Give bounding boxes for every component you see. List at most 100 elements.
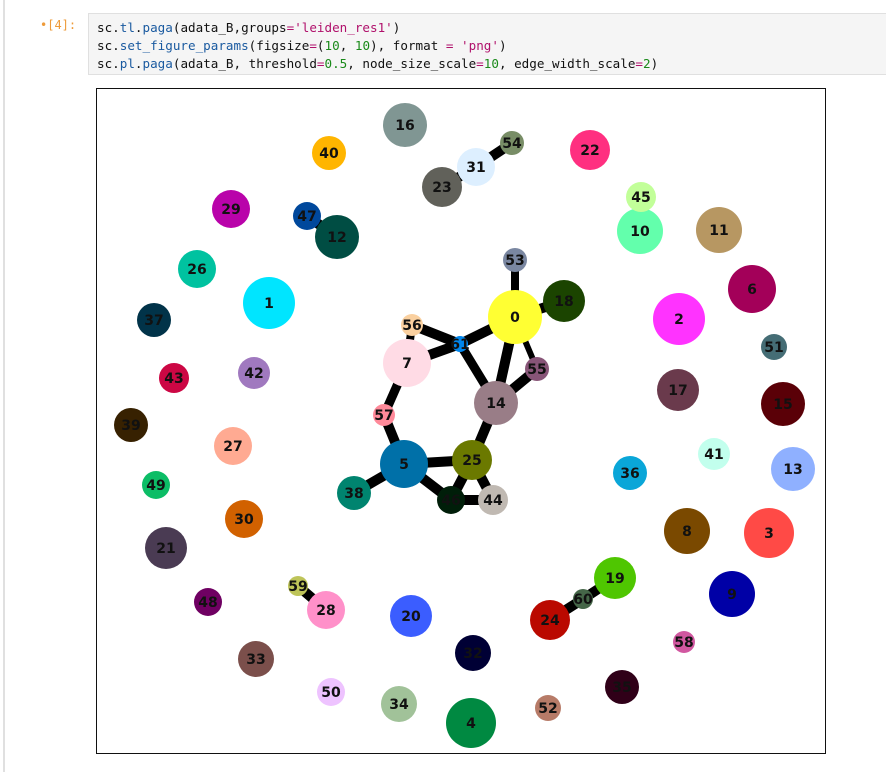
code-token: 'leiden_res1'	[294, 20, 393, 35]
code-token: tl	[119, 20, 135, 35]
code-token: =	[635, 56, 644, 71]
node-label-43: 43	[164, 371, 183, 387]
node-label-52: 52	[538, 701, 557, 717]
node-label-13: 13	[783, 462, 802, 478]
code-token: paga	[142, 56, 173, 71]
node-label-18: 18	[554, 294, 573, 310]
node-label-20: 20	[401, 609, 421, 625]
node-label-1: 1	[264, 296, 274, 312]
code-token: , node_size_scale	[347, 56, 477, 71]
node-label-28: 28	[316, 603, 335, 619]
node-label-61: 61	[450, 337, 469, 353]
execution-prompt: •[4]:	[40, 18, 77, 32]
node-label-42: 42	[244, 366, 263, 382]
node-label-55: 55	[527, 362, 546, 378]
code-token: 10	[354, 38, 371, 53]
code-token: sc.	[97, 38, 120, 53]
code-line: sc.tl.paga(adata_B,groups='leiden_res1')	[97, 19, 878, 37]
node-label-10: 10	[630, 224, 650, 240]
node-label-14: 14	[486, 396, 506, 412]
code-token: (adata_B,groups	[172, 20, 287, 35]
node-label-54: 54	[502, 136, 522, 152]
node-label-21: 21	[156, 541, 175, 557]
prompt-label: [4]:	[47, 18, 77, 32]
node-label-9: 9	[727, 587, 737, 603]
code-token: ), format	[370, 38, 446, 53]
node-label-35: 35	[612, 680, 631, 696]
code-token: .	[134, 56, 143, 71]
node-label-22: 22	[580, 143, 599, 159]
node-label-2: 2	[674, 312, 684, 328]
node-label-37: 37	[144, 313, 163, 329]
node-label-7: 7	[402, 356, 412, 372]
code-token: =	[476, 56, 484, 71]
node-label-32: 32	[463, 646, 482, 662]
paga-graph: 012345678910 11121314 15161718192021222324…	[114, 103, 815, 748]
code-token: sc.	[97, 20, 120, 35]
code-cell-input[interactable]: sc.tl.paga(adata_B,groups='leiden_res1')…	[88, 13, 886, 75]
node-label-29: 29	[221, 202, 240, 218]
code-token: paga	[142, 20, 173, 35]
node-label-26: 26	[187, 262, 206, 278]
node-label-23: 23	[432, 180, 451, 196]
code-token: 10	[483, 56, 499, 71]
code-token: pl	[119, 56, 135, 71]
code-token: (adata_B, threshold	[172, 56, 317, 71]
edges-group	[294, 138, 618, 625]
code-token: (	[316, 38, 325, 53]
node-label-36: 36	[620, 466, 639, 482]
node-label-30: 30	[234, 512, 254, 528]
code-token: =	[309, 38, 317, 53]
node-label-12: 12	[327, 230, 346, 246]
node-label-34: 34	[389, 697, 409, 713]
code-token: sc.	[97, 56, 120, 71]
node-label-53: 53	[505, 253, 524, 269]
node-label-45: 45	[631, 190, 650, 206]
node-label-51: 51	[764, 340, 783, 356]
node-label-59: 59	[288, 579, 307, 595]
node-label-41: 41	[704, 447, 723, 463]
paga-figure: 0 1 2 3 4 5 6 7 8 9 10 11 12 13 14 15 16 17 18 19 20 21 22 23 24…	[96, 88, 826, 754]
code-token: set_figure_params	[119, 38, 249, 53]
node-label-33: 33	[246, 652, 265, 668]
node-label-56: 56	[402, 318, 421, 334]
code-token: 0.5	[324, 56, 348, 71]
node-label-8: 8	[682, 524, 692, 540]
node-label-47: 47	[297, 209, 316, 225]
node-label-15: 15	[773, 397, 792, 413]
node-label-38: 38	[344, 486, 363, 502]
code-token: (figsize	[248, 38, 310, 53]
code-token: 2	[643, 56, 651, 71]
node-label-40: 40	[319, 146, 339, 162]
node-label-24: 24	[540, 613, 560, 629]
code-token: 'png'	[461, 38, 499, 53]
node-label-39: 39	[121, 418, 140, 434]
node-label-27: 27	[223, 439, 242, 455]
code-line: sc.pl.paga(adata_B, threshold=0.5, node_…	[97, 55, 878, 73]
node-label-50: 50	[321, 685, 341, 701]
node-label-46: 46	[441, 493, 460, 509]
code-token: , edge_width_scale	[498, 56, 636, 71]
code-token: 10	[324, 38, 340, 53]
nodes-group: 012345678910 11121314 15161718192021222324…	[114, 103, 815, 748]
node-label-44: 44	[483, 493, 503, 509]
node-label-58: 58	[674, 635, 693, 651]
node-label-3: 3	[764, 526, 774, 542]
node-label-49: 49	[146, 478, 165, 494]
node-label-11: 11	[709, 223, 728, 239]
node-label-17: 17	[668, 383, 687, 399]
node-label-6: 6	[747, 282, 757, 298]
code-token: =	[316, 56, 325, 71]
cell-focus-bar	[3, 0, 5, 772]
node-label-5: 5	[399, 457, 409, 473]
code-line: sc.set_figure_params(figsize=(10, 10), f…	[97, 37, 878, 55]
code-token: )	[650, 56, 659, 71]
code-token: .	[134, 20, 143, 35]
node-label-0: 0	[510, 310, 520, 326]
code-token: )	[498, 38, 507, 53]
node-label-31: 31	[466, 160, 485, 176]
code-token: )	[392, 20, 401, 35]
node-label-48: 48	[198, 595, 217, 611]
node-label-16: 16	[395, 118, 414, 134]
node-label-25: 25	[462, 453, 481, 469]
